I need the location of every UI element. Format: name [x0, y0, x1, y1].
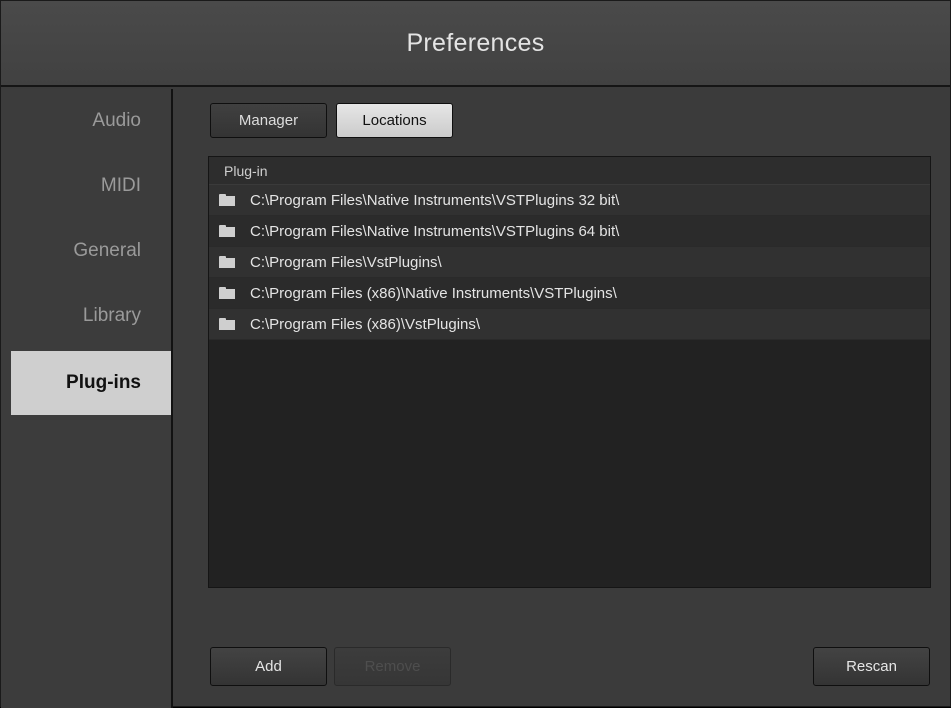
list-item[interactable]: C:\Program Files\Native Instruments\VSTP…: [209, 185, 930, 216]
location-path: C:\Program Files (x86)\Native Instrument…: [250, 284, 617, 302]
folder-icon: [219, 287, 235, 299]
title-bar: Preferences: [1, 1, 950, 87]
location-path: C:\Program Files (x86)\VstPlugins\: [250, 315, 481, 333]
plugin-locations-list: Plug-in C:\Program Files\Native Instrume…: [208, 156, 931, 588]
main-panel: Manager Locations Plug-in C:\Program Fil…: [175, 89, 950, 706]
folder-icon: [219, 194, 235, 206]
tab-locations[interactable]: Locations: [336, 103, 453, 138]
sidebar-item-library[interactable]: Library: [11, 284, 171, 348]
tab-manager[interactable]: Manager: [210, 103, 327, 138]
folder-icon: [219, 225, 235, 237]
folder-icon: [219, 256, 235, 268]
list-header[interactable]: Plug-in: [209, 157, 930, 185]
location-path: C:\Program Files\Native Instruments\VSTP…: [250, 222, 620, 240]
add-button[interactable]: Add: [210, 647, 327, 686]
sidebar: Audio MIDI General Library Plug-ins: [1, 89, 173, 708]
sidebar-item-plug-ins[interactable]: Plug-ins: [11, 351, 171, 415]
folder-icon: [219, 318, 235, 330]
sidebar-item-audio[interactable]: Audio: [11, 89, 171, 153]
rescan-button[interactable]: Rescan: [813, 647, 930, 686]
location-path: C:\Program Files\Native Instruments\VSTP…: [250, 191, 620, 209]
list-rows: C:\Program Files\Native Instruments\VSTP…: [209, 185, 930, 340]
sidebar-item-general[interactable]: General: [11, 219, 171, 283]
preferences-window: Preferences Audio MIDI General Library P…: [0, 0, 951, 708]
list-item[interactable]: C:\Program Files\Native Instruments\VSTP…: [209, 216, 930, 247]
sidebar-item-midi[interactable]: MIDI: [11, 154, 171, 218]
list-item[interactable]: C:\Program Files\VstPlugins\: [209, 247, 930, 278]
remove-button: Remove: [334, 647, 451, 686]
window-title: Preferences: [406, 28, 545, 57]
list-item[interactable]: C:\Program Files (x86)\VstPlugins\: [209, 309, 930, 340]
column-plug-in: Plug-in: [224, 162, 268, 179]
location-path: C:\Program Files\VstPlugins\: [250, 253, 442, 271]
list-item[interactable]: C:\Program Files (x86)\Native Instrument…: [209, 278, 930, 309]
